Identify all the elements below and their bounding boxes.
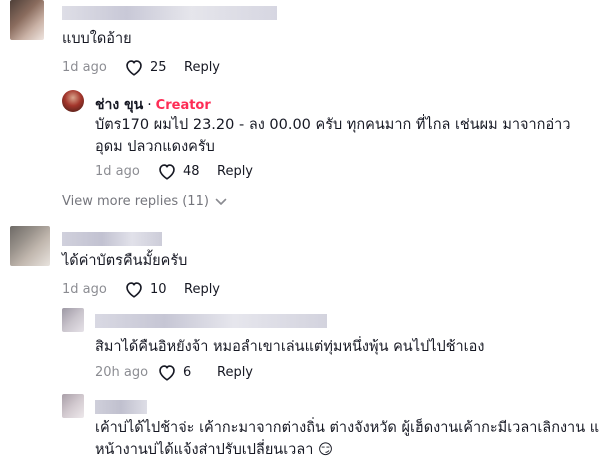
avatar[interactable] <box>62 394 84 418</box>
creator-name-row: ช่าง ขุน · Creator <box>95 94 211 116</box>
avatar[interactable] <box>10 0 44 40</box>
avatar[interactable] <box>10 226 50 266</box>
comment-meta: 20h ago 6 Reply <box>95 363 253 381</box>
avatar[interactable] <box>62 308 84 332</box>
comment-text-line: สิมาได้คืนอิหยังจ้า หมอลำเขาเล่นแต่ทุ่มห… <box>95 339 485 355</box>
reply-button[interactable]: Reply <box>184 60 220 75</box>
view-more-replies-button[interactable]: View more replies (11) <box>62 194 227 209</box>
comment-text: เค้าบ่ได้ไปช้าจ่ะ เค้ากะมาจากต่างถิ่น ต่… <box>95 417 600 461</box>
username-blurred[interactable] <box>95 400 147 414</box>
reply-button[interactable]: Reply <box>217 164 253 179</box>
comment-text: ได้ค่าบัตรคืนมั้ยครับ <box>62 250 187 272</box>
timestamp: 1d ago <box>62 59 107 75</box>
comment-text: บัตร170 ผมไป 23.20 - ลง 00.00 ครับ ทุกคน… <box>95 114 570 158</box>
like-button[interactable]: 10 <box>124 280 184 298</box>
separator-dot: · <box>147 97 152 113</box>
comment-meta: 1d ago 10 Reply <box>62 280 220 298</box>
heart-outline-icon <box>159 365 175 381</box>
comment-text: สิมาได้คืนอิหยังจ้า หมอลำเขาเล่นแต่ทุ่มห… <box>95 336 484 358</box>
creator-badge: Creator <box>155 97 211 113</box>
chevron-down-icon <box>215 198 227 205</box>
like-button[interactable]: 6 <box>157 363 217 381</box>
like-count: 48 <box>183 163 200 179</box>
comment-text-line: ได้ค่าบัตรคืนมั้ยครับ <box>62 253 188 269</box>
timestamp: 1d ago <box>95 163 140 179</box>
username-blurred[interactable] <box>62 232 162 246</box>
heart-outline-icon <box>126 60 142 76</box>
creator-avatar[interactable] <box>62 90 84 112</box>
like-count: 25 <box>150 59 167 75</box>
reply-button[interactable]: Reply <box>217 365 253 380</box>
username-blurred[interactable] <box>62 6 277 20</box>
comment-text-line: อุดม ปลวกแดงครับ <box>95 139 215 155</box>
comment-text-line: แบบใดอ้าย <box>62 31 132 47</box>
creator-username[interactable]: ช่าง ขุน <box>95 94 143 116</box>
like-count: 10 <box>150 281 167 297</box>
heart-outline-icon <box>126 282 142 298</box>
comment-text-line: เค้าบ่ได้ไปช้าจ่ะ เค้ากะมาจากต่างถิ่น ต่… <box>95 420 600 436</box>
like-count: 6 <box>183 364 192 380</box>
heart-outline-icon <box>159 164 175 180</box>
timestamp: 1d ago <box>62 281 107 297</box>
comment-meta: 1d ago 25 Reply <box>62 58 220 76</box>
comment-text: แบบใดอ้าย <box>62 28 132 50</box>
timestamp: 20h ago <box>95 364 149 380</box>
username-blurred[interactable] <box>95 314 327 328</box>
view-more-label: View more replies (11) <box>62 194 209 209</box>
like-button[interactable]: 48 <box>157 162 217 180</box>
like-button[interactable]: 25 <box>124 58 184 76</box>
comment-meta: 1d ago 48 Reply <box>95 162 253 180</box>
reply-button[interactable]: Reply <box>184 282 220 297</box>
comment-text-line: หน้างานบ่ได้แจ้งส่าปรับเปลี่ยนเวลา 😏 <box>95 442 334 458</box>
comment-text-line: บัตร170 ผมไป 23.20 - ลง 00.00 ครับ ทุกคน… <box>95 117 571 133</box>
